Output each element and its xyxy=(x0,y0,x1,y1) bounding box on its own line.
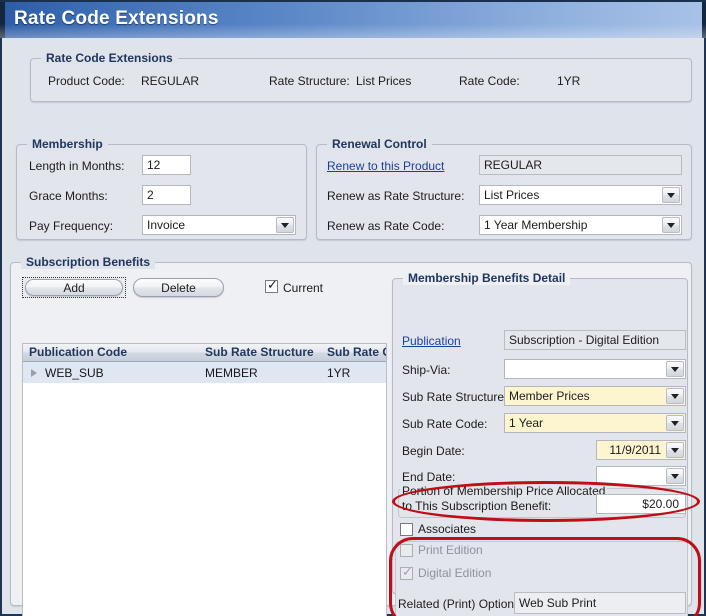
detail-sub-rate-structure-value: Member Prices xyxy=(509,389,590,403)
product-code-value: REGULAR xyxy=(141,74,199,88)
detail-sub-rate-structure-label: Sub Rate Structure: xyxy=(402,390,507,404)
length-in-months-label: Length in Months: xyxy=(29,159,124,173)
grid-col-sub-rate-structure[interactable]: Sub Rate Structure xyxy=(205,344,327,361)
add-button[interactable]: Add xyxy=(25,279,123,296)
associates-checkbox-label: Associates xyxy=(418,522,476,536)
rate-structure-value: List Prices xyxy=(356,74,411,88)
cell-sub-rate-structure: MEMBER xyxy=(205,366,327,380)
chevron-down-icon[interactable] xyxy=(666,442,684,458)
detail-sub-rate-structure-select[interactable]: Member Prices xyxy=(504,386,686,406)
rate-code-extensions-legend: Rate Code Extensions xyxy=(41,51,178,65)
detail-sub-rate-code-select[interactable]: 1 Year xyxy=(504,413,686,433)
title-bar-right-edge xyxy=(702,2,706,38)
page-title: Rate Code Extensions xyxy=(14,8,219,30)
rate-code-value: 1YR xyxy=(557,74,580,88)
renew-as-rate-code-value: 1 Year Membership xyxy=(484,218,587,232)
print-edition-checkbox-label: Print Edition xyxy=(418,543,483,557)
chevron-down-icon[interactable] xyxy=(666,361,684,377)
current-checkbox[interactable]: ✓ xyxy=(265,280,278,293)
chevron-down-icon[interactable] xyxy=(662,217,680,233)
chevron-down-icon[interactable] xyxy=(662,187,680,203)
grid-col-sub-rate-code[interactable]: Sub Rate Code xyxy=(327,344,386,361)
cell-publication-code: WEB_SUB xyxy=(45,366,205,380)
pay-frequency-select[interactable]: Invoice xyxy=(142,215,296,235)
renew-as-rate-code-select[interactable]: 1 Year Membership xyxy=(479,215,682,235)
length-in-months-input[interactable]: 12 xyxy=(142,155,191,175)
chevron-down-icon[interactable] xyxy=(666,415,684,431)
rate-code-extensions-window: Rate Code Extensions Rate Code Extension… xyxy=(0,0,706,616)
renew-as-rate-structure-value: List Prices xyxy=(484,188,539,202)
check-icon: ✓ xyxy=(267,279,278,292)
detail-sub-rate-code-label: Sub Rate Code: xyxy=(402,417,487,431)
chevron-down-icon[interactable] xyxy=(276,217,294,233)
grid-col-publication-code[interactable]: Publication Code xyxy=(23,344,205,361)
rate-structure-label: Rate Structure: xyxy=(269,74,350,88)
subscription-benefits-grid[interactable]: Publication Code Sub Rate Structure Sub … xyxy=(22,343,387,616)
current-checkbox-label: Current xyxy=(283,281,323,295)
end-date-input[interactable] xyxy=(596,466,686,486)
grace-months-input[interactable]: 2 xyxy=(142,185,191,205)
begin-date-value: 11/9/2011 xyxy=(609,443,661,457)
portion-allocated-label-line2: to This Subscription Benefit: xyxy=(400,499,553,513)
related-print-option-value[interactable]: Web Sub Print xyxy=(514,592,686,614)
publication-link[interactable]: Publication xyxy=(402,334,461,348)
product-code-label: Product Code: xyxy=(48,74,125,88)
publication-value[interactable]: Subscription - Digital Edition xyxy=(504,330,686,350)
pay-frequency-value: Invoice xyxy=(147,218,185,232)
end-date-label: End Date: xyxy=(402,470,455,484)
renewal-control-group: Renewal Control Renew to this Product RE… xyxy=(316,144,692,240)
subscription-benefits-legend: Subscription Benefits xyxy=(21,255,155,269)
digital-edition-checkbox[interactable]: ✓ xyxy=(400,567,413,580)
page-body: Rate Code Extensions Product Code: REGUL… xyxy=(0,38,706,616)
membership-group: Membership Length in Months: 12 Grace Mo… xyxy=(16,144,307,240)
window-title-bar: Rate Code Extensions xyxy=(0,0,706,38)
portion-allocated-input[interactable]: $20.00 xyxy=(596,494,686,514)
begin-date-input[interactable]: 11/9/2011 xyxy=(596,440,686,460)
chevron-down-icon[interactable] xyxy=(666,388,684,404)
membership-legend: Membership xyxy=(27,137,108,151)
rate-code-label: Rate Code: xyxy=(459,74,520,88)
chevron-down-icon[interactable] xyxy=(666,468,684,484)
grid-header-row: Publication Code Sub Rate Structure Sub … xyxy=(23,344,386,362)
delete-button[interactable]: Delete xyxy=(133,278,224,297)
renew-as-rate-structure-label: Renew as Rate Structure: xyxy=(327,189,464,203)
renew-to-this-product-link[interactable]: Renew to this Product xyxy=(327,159,444,173)
renew-as-rate-code-label: Renew as Rate Code: xyxy=(327,219,444,233)
ship-via-select[interactable] xyxy=(504,359,686,379)
associates-checkbox[interactable] xyxy=(400,523,413,536)
renewal-control-legend: Renewal Control xyxy=(327,137,432,151)
print-edition-checkbox[interactable] xyxy=(400,544,413,557)
digital-edition-checkbox-label: Digital Edition xyxy=(418,566,491,580)
begin-date-label: Begin Date: xyxy=(402,444,465,458)
rate-code-extensions-group: Rate Code Extensions Product Code: REGUL… xyxy=(30,58,692,102)
detail-sub-rate-code-value: 1 Year xyxy=(509,416,543,430)
related-print-option-label: Related (Print) Option xyxy=(398,597,514,611)
title-bar-left-edge xyxy=(0,2,5,38)
portion-allocated-label-line1: Portion of Membership Price Allocated xyxy=(400,484,607,498)
table-row[interactable]: WEB_SUB MEMBER 1YR xyxy=(23,362,386,383)
row-expander-icon[interactable] xyxy=(23,369,45,377)
membership-benefits-detail-legend: Membership Benefits Detail xyxy=(403,271,570,285)
grace-months-label: Grace Months: xyxy=(29,189,108,203)
renew-as-rate-structure-select[interactable]: List Prices xyxy=(479,185,682,205)
renew-to-this-product-value[interactable]: REGULAR xyxy=(479,155,682,175)
cell-sub-rate-code: 1YR xyxy=(327,366,386,380)
check-icon: ✓ xyxy=(402,566,413,579)
ship-via-label: Ship-Via: xyxy=(402,363,450,377)
pay-frequency-label: Pay Frequency: xyxy=(29,219,113,233)
